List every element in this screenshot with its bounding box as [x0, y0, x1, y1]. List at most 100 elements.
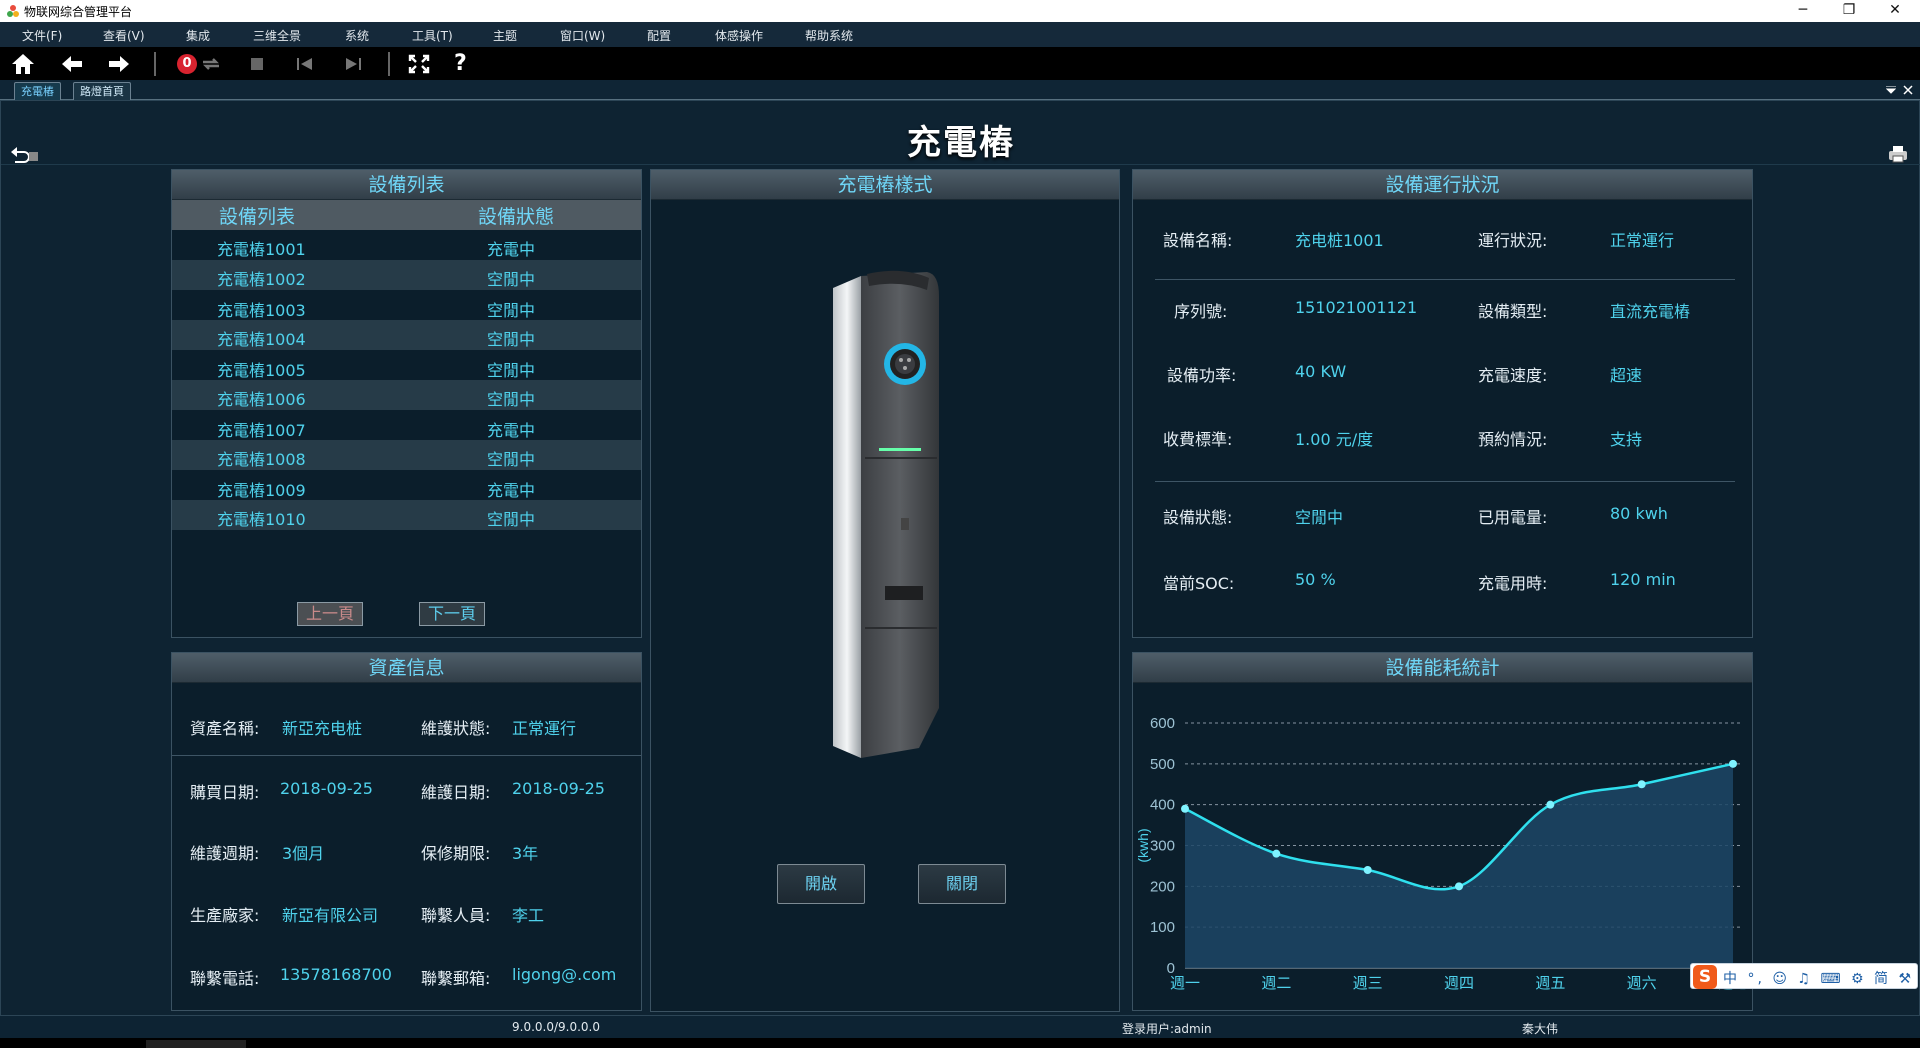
stop-icon[interactable]: [244, 52, 270, 76]
data-point: [1729, 759, 1737, 768]
forward-arrow-icon[interactable]: [106, 52, 132, 76]
help-icon[interactable]: ?: [454, 51, 467, 76]
table-row[interactable]: 充電樁1002 空閒中: [172, 260, 641, 290]
menu-config[interactable]: 配置: [647, 27, 671, 44]
menu-tools[interactable]: 工具(T): [412, 27, 453, 44]
data-point: [1363, 866, 1372, 874]
status-bar: 9.0.0.0/9.0.0.0 登录用户:admin 秦大伟: [0, 1016, 1920, 1038]
device-status-cell: 空閒中: [487, 330, 536, 349]
device-name-cell: 充電樁1009: [217, 481, 306, 500]
version-label: 9.0.0.0/9.0.0.0: [512, 1020, 601, 1034]
field-label: 保修期限:: [421, 844, 491, 863]
field-value: 13578168700: [280, 965, 392, 984]
tab-charging-pile[interactable]: 充電樁: [14, 82, 61, 100]
field-value: 3個月: [282, 844, 325, 863]
table-header: 設備列表 設備狀態: [172, 200, 641, 230]
next-page-button[interactable]: 下一頁: [419, 602, 485, 626]
menu-theme[interactable]: 主题: [493, 27, 517, 44]
field-label: 設備狀態:: [1163, 508, 1233, 527]
minimize-button[interactable]: ─: [1780, 0, 1826, 22]
running-status-panel: 設備運行狀況 設備名稱: 充电桩1001 運行狀況: 正常運行 序列號: 15102100…: [1132, 169, 1753, 638]
field-label: 已用電量:: [1478, 508, 1548, 527]
table-row[interactable]: 充電樁1006 空閒中: [172, 380, 641, 410]
tab-strip: 充電樁 路燈首頁: [0, 80, 1920, 100]
tab-streetlight-home[interactable]: 路燈首頁: [73, 82, 131, 100]
close-tab-icon[interactable]: [1903, 85, 1913, 95]
field-value: 超速: [1610, 366, 1643, 385]
field-label: 設備名稱:: [1163, 231, 1233, 250]
charger-style-panel: 充電樁樣式 開啟 關閉: [650, 169, 1120, 1012]
table-row[interactable]: 充電樁1007 充電中: [172, 411, 641, 441]
table-row[interactable]: 充電樁1001 充電中: [172, 230, 641, 260]
y-tick-label: 200: [1150, 878, 1175, 895]
column-header-status: 設備狀態: [478, 206, 555, 228]
ime-toolbar[interactable]: S 中 °, ☺ ♫ ⌨ ⚙ 简 ⚒: [1690, 963, 1918, 989]
field-value: 李工: [512, 906, 545, 925]
field-value: 80 kwh: [1610, 504, 1668, 523]
device-name-cell: 充電樁1005: [217, 361, 306, 380]
field-value: 50 %: [1295, 570, 1336, 589]
field-value: 2018-09-25: [280, 779, 373, 798]
field-label: 預約情況:: [1478, 430, 1548, 449]
device-status-cell: 充電中: [487, 240, 536, 259]
table-row[interactable]: 充電樁1003 空閒中: [172, 291, 641, 321]
field-value: 正常運行: [512, 719, 577, 738]
pagination: 上一頁 下一頁: [297, 602, 517, 628]
sogou-logo-icon: S: [1693, 965, 1717, 989]
tab-list-icon[interactable]: [1886, 86, 1896, 94]
menu-window[interactable]: 窗口(W): [560, 27, 605, 44]
energy-chart-panel: 設備能耗統計 0 100 200 300 400 500 600 (kwh) 週一 週二 週三 週四週…: [1132, 652, 1753, 1011]
next-icon[interactable]: [340, 52, 366, 76]
menu-view[interactable]: 查看(V): [103, 27, 145, 44]
restore-button[interactable]: ❐: [1826, 0, 1872, 22]
device-name-cell: 充電樁1001: [217, 240, 306, 259]
alarm-badge[interactable]: 0: [177, 54, 197, 74]
print-icon[interactable]: [1887, 145, 1909, 163]
area-fill: [1185, 763, 1733, 968]
device-status-cell: 空閒中: [487, 510, 536, 529]
energy-line-chart: 0100200300400500600(kwh)週一週二週三週四週五週六週七: [1135, 715, 1748, 992]
field-value: 40 KW: [1295, 362, 1347, 381]
device-status-cell: 空閒中: [487, 301, 536, 320]
field-value: ligong@.com: [512, 965, 617, 984]
close-window-button[interactable]: ✕: [1872, 0, 1918, 22]
close-button[interactable]: 關閉: [918, 864, 1006, 904]
field-label: 聯繫電話:: [190, 969, 260, 988]
field-value: 120 min: [1610, 570, 1676, 589]
table-row[interactable]: 充電樁1005 空閒中: [172, 351, 641, 381]
table-row[interactable]: 充電樁1004 空閒中: [172, 320, 641, 350]
menu-file[interactable]: 文件(F): [22, 27, 62, 44]
home-icon[interactable]: [10, 52, 36, 76]
field-value: 1.00 元/度: [1295, 430, 1374, 449]
table-row[interactable]: 充電樁1008 空閒中: [172, 440, 641, 470]
refresh-icon[interactable]: [198, 52, 224, 76]
back-arrow-icon[interactable]: [59, 52, 85, 76]
table-row[interactable]: 充電樁1010 空閒中: [172, 500, 641, 530]
x-tick-label: 週六: [1627, 974, 1657, 992]
window-titlebar: 物联网综合管理平台 ─ ❐ ✕: [0, 0, 1920, 22]
menu-integration[interactable]: 集成: [186, 27, 210, 44]
previous-icon[interactable]: [292, 52, 318, 76]
menu-gesture[interactable]: 体感操作: [715, 27, 763, 44]
panel-title: 設備運行狀況: [1133, 170, 1752, 200]
menu-3d-panorama[interactable]: 三维全景: [253, 27, 301, 44]
menu-system[interactable]: 系统: [345, 27, 369, 44]
table-row[interactable]: 充電樁1009 充電中: [172, 471, 641, 501]
field-value: 151021001121: [1295, 298, 1418, 317]
device-name-cell: 充電樁1008: [217, 450, 306, 469]
field-label: 充電速度:: [1478, 366, 1548, 385]
toolbar-separator: [154, 52, 156, 76]
device-status-cell: 空閒中: [487, 390, 536, 409]
undo-icon[interactable]: [9, 145, 39, 163]
charging-pile-image: [833, 270, 939, 758]
device-status-cell: 空閒中: [487, 361, 536, 380]
open-button[interactable]: 開啟: [777, 864, 865, 904]
device-name-cell: 充電樁1007: [217, 421, 306, 440]
prev-page-button[interactable]: 上一頁: [297, 602, 363, 626]
menu-help[interactable]: 帮助系统: [805, 27, 853, 44]
login-user-label: 登录用户:admin: [1122, 1022, 1212, 1036]
toolbar-separator: [388, 52, 390, 76]
fullscreen-icon[interactable]: [406, 52, 432, 76]
field-label: 當前SOC:: [1163, 574, 1235, 593]
y-tick-label: 100: [1150, 919, 1175, 936]
